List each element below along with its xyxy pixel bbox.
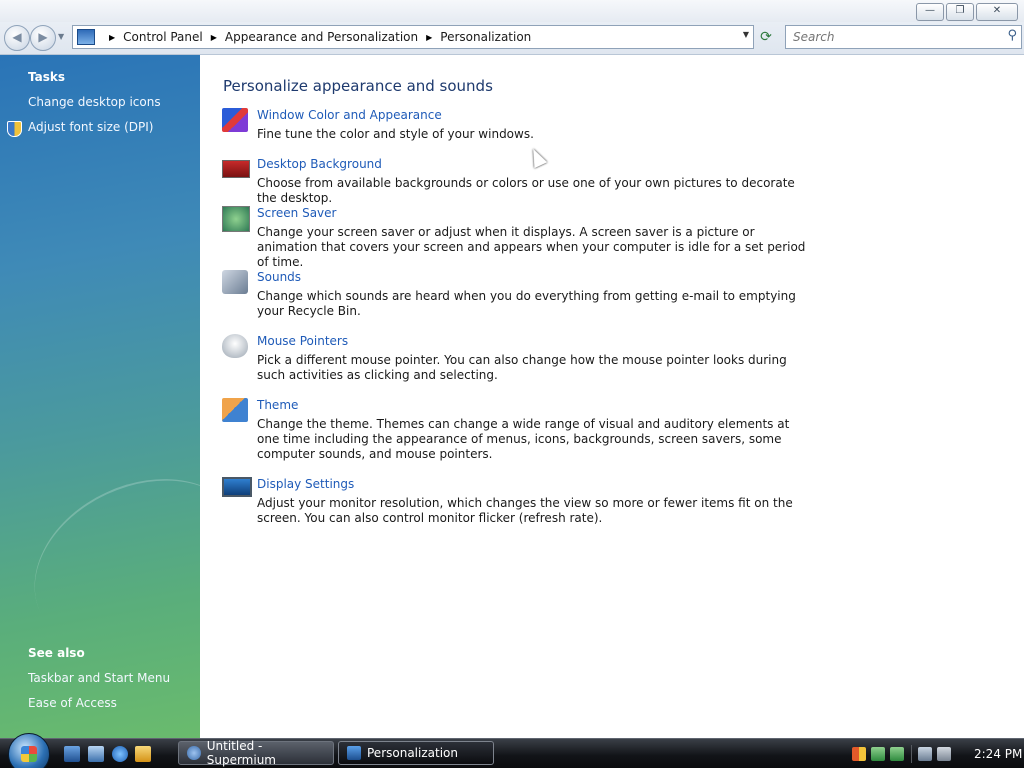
- taskbar-start-menu-link[interactable]: Taskbar and Start Menu: [28, 671, 170, 685]
- mouse-pointers-link[interactable]: Mouse Pointers: [257, 334, 348, 348]
- breadcrumb: ▶ Control Panel ▶ Appearance and Persona…: [101, 30, 531, 44]
- recent-pages-dropdown[interactable]: ▼: [58, 32, 64, 41]
- address-dropdown-icon[interactable]: ▼: [743, 30, 749, 39]
- breadcrumb-separator-icon[interactable]: ▶: [211, 33, 217, 42]
- clock[interactable]: 2:24 PM: [974, 747, 1022, 761]
- item-description: Adjust your monitor resolution, which ch…: [257, 496, 793, 525]
- show-desktop-icon[interactable]: [64, 746, 80, 762]
- mouse-pointers-icon[interactable]: [222, 334, 248, 358]
- task-pane: Tasks Change desktop icons Adjust font s…: [0, 55, 274, 738]
- internet-explorer-icon[interactable]: [112, 746, 128, 762]
- control-panel-icon: [77, 29, 95, 45]
- screen-saver-link[interactable]: Screen Saver: [257, 206, 336, 220]
- taskbar-item-label: Personalization: [367, 746, 458, 760]
- taskbar-item-label: Untitled - Supermium: [206, 739, 276, 767]
- desktop-background-link[interactable]: Desktop Background: [257, 157, 382, 171]
- security-shield-icon[interactable]: [852, 747, 866, 761]
- desktop-background-icon[interactable]: [222, 160, 250, 178]
- item-description: Fine tune the color and style of your wi…: [257, 127, 534, 141]
- sounds-icon[interactable]: [222, 270, 248, 294]
- breadcrumb-separator-icon[interactable]: ▶: [109, 33, 115, 42]
- notification-area: 2:24 PM: [852, 741, 1024, 767]
- taskbar: Untitled - Supermium Personalization 2:2…: [0, 733, 1024, 768]
- taskbar-item-personalization[interactable]: Personalization: [338, 741, 494, 765]
- window-controls: — ❐ ✕: [916, 3, 1018, 21]
- windows-update-icon[interactable]: [871, 747, 885, 761]
- back-arrow-icon: ◀: [12, 30, 22, 44]
- taskbar-item-supermium[interactable]: Untitled - Supermium: [178, 739, 334, 767]
- refresh-icon[interactable]: ⟳: [756, 27, 776, 47]
- tray-divider: [911, 745, 912, 763]
- breadcrumb-separator-icon[interactable]: ▶: [426, 33, 432, 42]
- page-title: Personalize appearance and sounds: [223, 77, 493, 95]
- breadcrumb-personalization[interactable]: Personalization: [440, 30, 531, 44]
- screen-saver-icon[interactable]: [222, 206, 250, 232]
- item-description: Change the theme. Themes can change a wi…: [257, 417, 790, 461]
- personalization-icon: [347, 746, 361, 760]
- security-center-icon[interactable]: [890, 747, 904, 761]
- ease-of-access-link[interactable]: Ease of Access: [28, 696, 117, 710]
- volume-muted-icon[interactable]: [937, 747, 951, 761]
- item-description: Change your screen saver or adjust when …: [257, 225, 806, 269]
- minimize-button[interactable]: —: [916, 3, 944, 21]
- breadcrumb-control-panel[interactable]: Control Panel: [123, 30, 203, 44]
- media-player-icon[interactable]: [135, 746, 151, 762]
- network-icon[interactable]: [918, 747, 932, 761]
- see-also-heading: See also: [28, 646, 85, 660]
- back-button[interactable]: ◀: [4, 25, 30, 51]
- navigation-bar: ◀ ▶ ▼ ▶ Control Panel ▶ Appearance and P…: [0, 22, 1024, 55]
- change-desktop-icons-link[interactable]: Change desktop icons: [28, 95, 161, 109]
- search-box[interactable]: ⚲: [785, 25, 1022, 49]
- window-color-appearance-link[interactable]: Window Color and Appearance: [257, 108, 442, 122]
- maximize-button[interactable]: ❐: [946, 3, 974, 21]
- forward-button[interactable]: ▶: [30, 25, 56, 51]
- forward-arrow-icon: ▶: [38, 30, 48, 44]
- adjust-font-size-link[interactable]: Adjust font size (DPI): [28, 120, 153, 134]
- address-bar[interactable]: ▶ Control Panel ▶ Appearance and Persona…: [72, 25, 754, 49]
- start-button[interactable]: [8, 733, 50, 768]
- window-color-icon[interactable]: [222, 108, 248, 132]
- browser-icon: [187, 746, 201, 760]
- item-description: Pick a different mouse pointer. You can …: [257, 353, 787, 382]
- search-icon[interactable]: ⚲: [1007, 28, 1017, 43]
- windows-logo-icon: [21, 746, 37, 762]
- item-description: Change which sounds are heard when you d…: [257, 289, 796, 318]
- switch-windows-icon[interactable]: [88, 746, 104, 762]
- display-settings-icon[interactable]: [222, 477, 252, 497]
- title-bar: — ❐ ✕: [0, 0, 1024, 22]
- display-settings-link[interactable]: Display Settings: [257, 477, 354, 491]
- theme-link[interactable]: Theme: [257, 398, 298, 412]
- sounds-link[interactable]: Sounds: [257, 270, 301, 284]
- main-content: Personalize appearance and sounds Window…: [200, 55, 1024, 738]
- theme-icon[interactable]: [222, 398, 248, 422]
- tasks-heading: Tasks: [28, 70, 66, 84]
- close-button[interactable]: ✕: [976, 3, 1018, 21]
- uac-shield-icon: [7, 121, 22, 137]
- breadcrumb-appearance-personalization[interactable]: Appearance and Personalization: [225, 30, 418, 44]
- item-description: Choose from available backgrounds or col…: [257, 176, 795, 205]
- search-input[interactable]: [791, 29, 995, 45]
